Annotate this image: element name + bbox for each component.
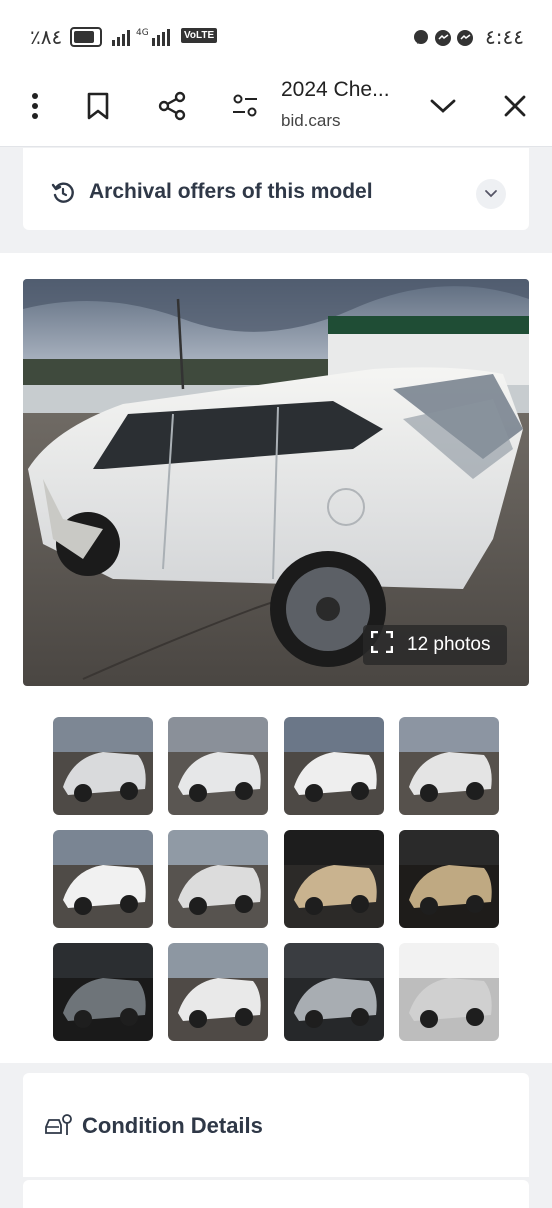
- history-icon: [51, 181, 75, 210]
- expand-chevron-icon[interactable]: [476, 179, 506, 209]
- thumbnail-photo[interactable]: [53, 717, 153, 815]
- car-wrench-icon: [44, 1113, 72, 1144]
- thumbnail-photo[interactable]: [168, 717, 268, 815]
- thumbnail-photo[interactable]: [168, 830, 268, 928]
- thumbnail-photo[interactable]: [168, 943, 268, 1041]
- page-title[interactable]: 2024 Che...: [281, 78, 390, 102]
- archival-offers-label: Archival offers of this model: [89, 180, 373, 203]
- network-label: 4G: [136, 28, 149, 38]
- status-bar: ٪٨٤ 4G VoLTE ٤:٤٤: [0, 0, 552, 70]
- clock: ٤:٤٤: [485, 25, 524, 49]
- photos-count-badge[interactable]: 12 photos: [363, 625, 507, 665]
- battery-icon: [70, 27, 102, 47]
- thumbnail-photo[interactable]: [284, 943, 384, 1041]
- chevron-down-icon[interactable]: [425, 88, 461, 124]
- notification-icons: [413, 29, 483, 52]
- thumbnail-photo[interactable]: [284, 717, 384, 815]
- page-domain[interactable]: bid.cars: [281, 111, 341, 131]
- signal-icon: 4G: [112, 26, 182, 51]
- battery-percent: ٪٨٤: [30, 25, 63, 49]
- photos-count-label: 12 photos: [407, 634, 491, 655]
- bookmark-icon[interactable]: [80, 88, 116, 124]
- page-settings-icon[interactable]: [227, 88, 263, 124]
- more-vert-icon[interactable]: [17, 88, 53, 124]
- close-icon[interactable]: [497, 88, 533, 124]
- volte-badge: VoLTE: [181, 28, 218, 43]
- condition-details-label: Condition Details: [82, 1113, 263, 1138]
- thumbnail-photo[interactable]: [284, 830, 384, 928]
- thumbnail-photo[interactable]: [399, 830, 499, 928]
- browser-toolbar: [0, 70, 552, 147]
- thumbnail-photo[interactable]: [399, 943, 499, 1041]
- next-section-card: [23, 1180, 529, 1208]
- share-icon[interactable]: [154, 88, 190, 124]
- thumbnail-photo[interactable]: [399, 717, 499, 815]
- fullscreen-icon: [370, 630, 394, 659]
- thumbnail-photo[interactable]: [53, 830, 153, 928]
- thumbnail-photo[interactable]: [53, 943, 153, 1041]
